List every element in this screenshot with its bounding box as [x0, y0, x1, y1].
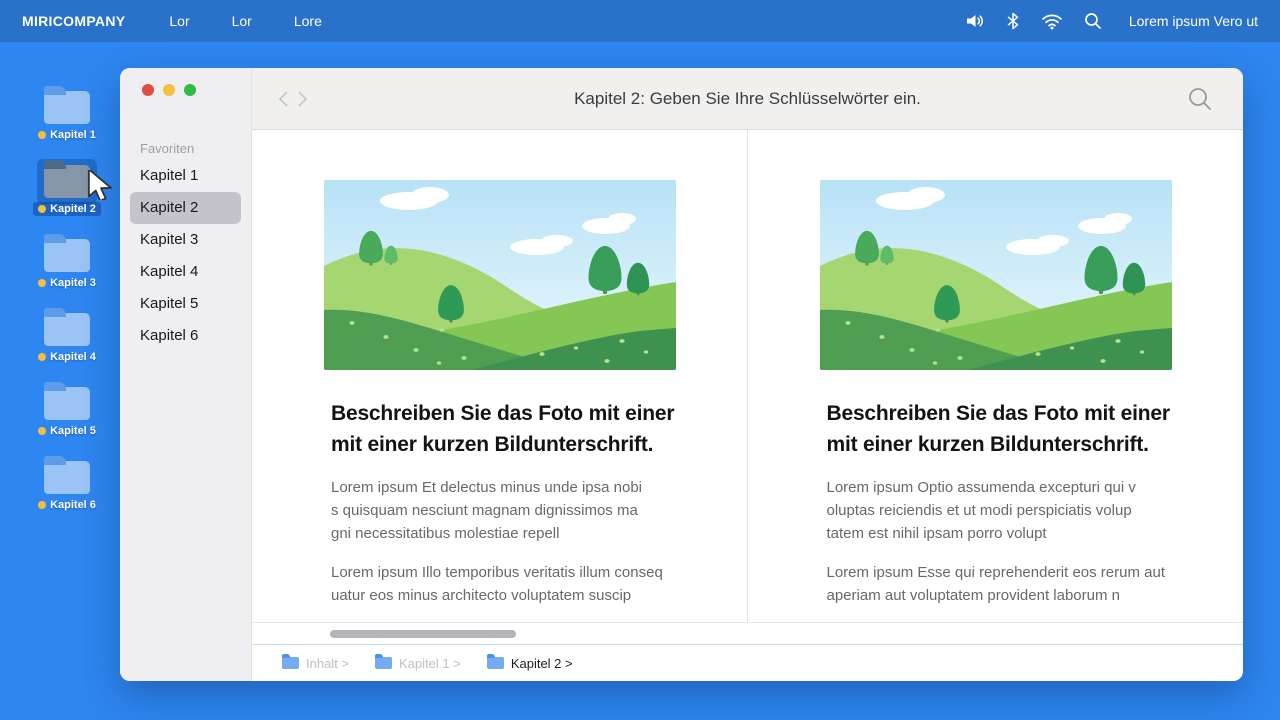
sidebar-item-kapitel-2[interactable]: Kapitel 2	[130, 192, 241, 224]
landscape-illustration	[324, 180, 676, 370]
finder-window: Favoriten Kapitel 1 Kapitel 2 Kapitel 3 …	[120, 68, 1243, 681]
menu-item-3[interactable]: Lore	[288, 11, 328, 31]
sidebar-item-kapitel-1[interactable]: Kapitel 1	[130, 160, 241, 192]
sidebar-section-label: Favoriten	[140, 141, 195, 156]
breadcrumb-label: Kapitel 2 >	[510, 655, 573, 671]
content-column-2: Beschreiben Sie das Foto mit einer mit e…	[748, 130, 1244, 622]
horizontal-scrollbar-thumb[interactable]	[330, 630, 516, 638]
folder-icon	[375, 654, 393, 669]
status-dot-icon	[38, 131, 47, 139]
breadcrumb-label: Inhalt >	[306, 655, 350, 671]
sidebar-item-kapitel-3[interactable]: Kapitel 3	[130, 224, 241, 256]
desktop-icon-label: Kapitel 6	[50, 499, 96, 511]
photo-caption-heading: Beschreiben Sie das Foto mit einer mit e…	[331, 402, 675, 456]
folder-icon	[486, 654, 504, 669]
desktop: Kapitel 1 Kapitel 2 Kapitel 3 Kapitel 4 …	[28, 84, 106, 528]
desktop-icon-label: Kapitel 5	[50, 425, 96, 437]
menu-bar: MIRICOMPANY Lor Lor Lore Lorem ipsum Ver…	[0, 0, 1280, 42]
breadcrumb-inhalt[interactable]: Inhalt >	[282, 654, 350, 671]
photo-caption-heading: Beschreiben Sie das Foto mit einer mit e…	[826, 402, 1171, 456]
body-paragraph: Lorem ipsum Et delectus minus unde ipsa …	[331, 479, 643, 542]
status-dot-icon	[38, 427, 47, 435]
desktop-icon-kapitel-1[interactable]: Kapitel 1	[28, 84, 106, 142]
folder-icon	[44, 382, 90, 420]
desktop-icon-kapitel-3[interactable]: Kapitel 3	[28, 232, 106, 290]
folder-icon	[44, 456, 90, 494]
minimize-button[interactable]	[163, 84, 175, 96]
menu-item-1[interactable]: Lor	[163, 11, 195, 31]
bluetooth-icon[interactable]	[1006, 12, 1020, 30]
folder-icon	[44, 160, 90, 198]
status-dot-icon	[38, 501, 47, 509]
window-main: Kapitel 2: Geben Sie Ihre Schlüsselwörte…	[252, 68, 1243, 681]
status-dot-icon	[38, 279, 47, 287]
forward-chevron-icon[interactable]	[294, 89, 310, 109]
folder-icon	[44, 308, 90, 346]
desktop-icon-kapitel-5[interactable]: Kapitel 5	[28, 380, 106, 438]
content-column-1: Beschreiben Sie das Foto mit einer mit e…	[252, 130, 748, 622]
window-title: Kapitel 2: Geben Sie Ihre Schlüsselwörte…	[574, 88, 921, 108]
sidebar-item-kapitel-6[interactable]: Kapitel 6	[130, 320, 241, 352]
desktop-icon-label: Kapitel 3	[50, 277, 96, 289]
spotlight-search-icon[interactable]	[1084, 12, 1102, 30]
desktop-icon-label: Kapitel 2	[50, 203, 96, 215]
folder-icon	[282, 654, 299, 669]
toolbar-search-icon[interactable]	[1187, 86, 1213, 112]
sidebar-item-kapitel-5[interactable]: Kapitel 5	[130, 288, 241, 320]
menu-item-2[interactable]: Lor	[226, 11, 258, 31]
landscape-illustration	[820, 180, 1172, 370]
folder-icon	[44, 234, 90, 272]
window-toolbar: Kapitel 2: Geben Sie Ihre Schlüsselwörte…	[252, 68, 1243, 130]
body-paragraph: Lorem ipsum Esse qui reprehenderit eos r…	[826, 564, 1166, 604]
window-sidebar: Favoriten Kapitel 1 Kapitel 2 Kapitel 3 …	[120, 68, 252, 681]
body-paragraph: Lorem ipsum Optio assumenda excepturi qu…	[826, 479, 1136, 542]
app-brand-menu[interactable]: MIRICOMPANY	[22, 13, 125, 29]
desktop-icon-label: Kapitel 4	[50, 351, 96, 363]
content-area: Beschreiben Sie das Foto mit einer mit e…	[252, 130, 1243, 622]
sidebar-item-kapitel-4[interactable]: Kapitel 4	[130, 256, 241, 288]
desktop-icon-kapitel-6[interactable]: Kapitel 6	[28, 454, 106, 512]
wifi-icon[interactable]	[1041, 12, 1063, 30]
status-dot-icon	[38, 353, 47, 361]
mouse-cursor-icon	[87, 170, 112, 200]
desktop-icon-label: Kapitel 1	[50, 129, 96, 141]
folder-icon	[44, 86, 90, 124]
breadcrumb-label: Kapitel 1 >	[399, 655, 461, 671]
status-dot-icon	[38, 205, 47, 213]
breadcrumb-kapitel-1[interactable]: Kapitel 1 >	[375, 654, 461, 671]
body-paragraph: Lorem ipsum Illo temporibus veritatis il…	[331, 564, 663, 604]
close-button[interactable]	[142, 84, 154, 96]
desktop-icon-kapitel-4[interactable]: Kapitel 4	[28, 306, 106, 364]
breadcrumb-bar: Inhalt > Kapitel 1 > Kapitel 2 >	[252, 645, 1243, 681]
zoom-button[interactable]	[184, 84, 196, 96]
horizontal-scrollbar-track[interactable]	[252, 622, 1243, 645]
back-chevron-icon[interactable]	[276, 89, 292, 109]
volume-icon[interactable]	[965, 12, 985, 30]
menubar-status-text[interactable]: Lorem ipsum Vero ut	[1129, 13, 1258, 29]
breadcrumb-kapitel-2[interactable]: Kapitel 2 >	[486, 654, 573, 671]
